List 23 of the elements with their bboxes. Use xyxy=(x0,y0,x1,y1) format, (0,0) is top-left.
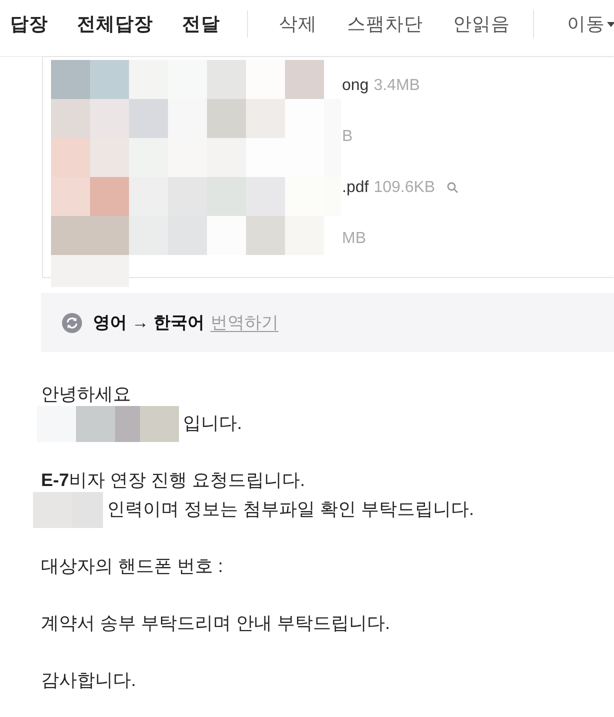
body-text: 인력이며 정보는 첨부파일 확인 부탁드립니다. xyxy=(107,498,474,522)
body-text: 감사합니다. xyxy=(41,669,136,692)
toolbar-button[interactable]: 답장 xyxy=(10,12,48,36)
attachment-size: B xyxy=(342,126,353,146)
attachment-size: 3.4MB xyxy=(374,76,420,96)
body-text: 대상자의 핸드폰 번호 : xyxy=(41,555,224,578)
body-text: 안녕하세요 xyxy=(41,383,131,406)
toolbar-button[interactable]: 스팸차단 xyxy=(347,12,423,36)
toolbar-button[interactable]: 안읽음 xyxy=(453,12,510,36)
toolbar-button[interactable]: 삭제 xyxy=(279,12,317,36)
attachment-name[interactable]: .pdf xyxy=(342,176,369,200)
attachment-size: 109.6KB xyxy=(374,178,436,198)
body-text: 입니다. xyxy=(183,412,242,436)
toolbar-button[interactable]: 이동 xyxy=(567,12,614,36)
toolbar-button[interactable]: 전체답장 xyxy=(77,12,153,36)
toolbar-button[interactable]: 전달 xyxy=(182,12,220,36)
search-icon[interactable] xyxy=(447,182,458,193)
attachment-size: MB xyxy=(342,228,366,248)
attachment-name[interactable]: ong xyxy=(342,74,369,98)
refresh-icon xyxy=(62,312,82,332)
body-text: 계약서 송부 부탁드리며 안내 부탁드립니다. xyxy=(41,612,390,636)
body-text: E-7비자 연장 진행 요청드립니다. xyxy=(41,469,306,492)
translation-languages: 영어 → 한국어 xyxy=(93,312,204,334)
